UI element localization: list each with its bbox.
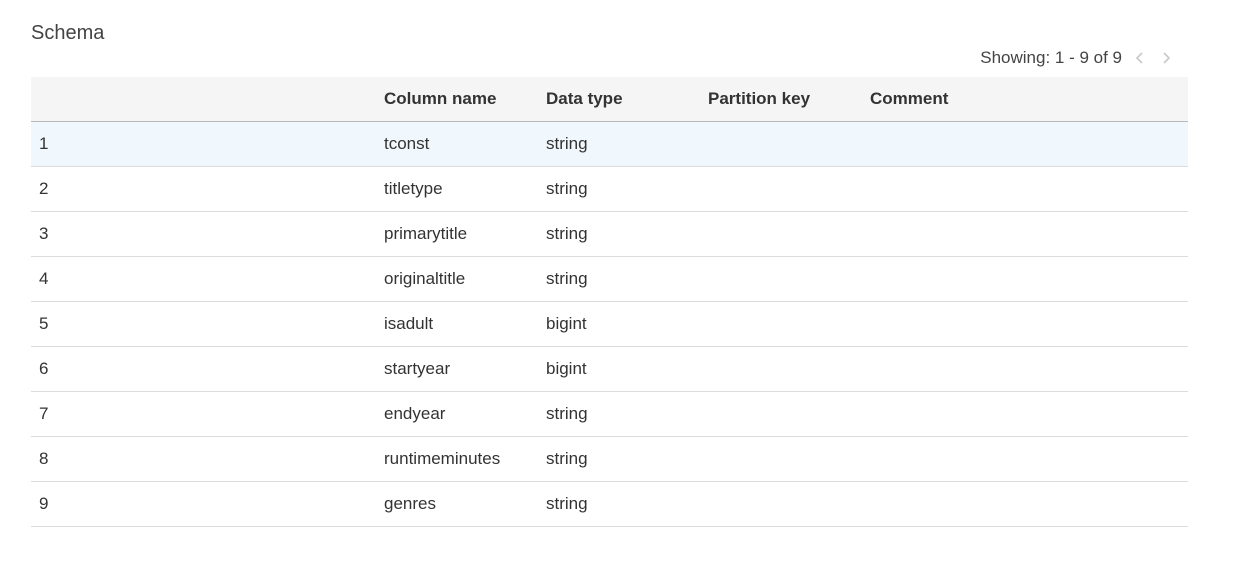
data-type-cell: bigint <box>546 314 587 333</box>
column-name-cell: titletype <box>384 179 443 198</box>
row-index: 2 <box>39 179 49 198</box>
table-header-row: Column name Data type Partition key Comm… <box>31 77 1188 122</box>
table-row[interactable]: 5 isadult bigint <box>31 302 1188 347</box>
data-type-cell: bigint <box>546 359 587 378</box>
header-data-type[interactable]: Data type <box>546 89 708 109</box>
column-name-cell: tconst <box>384 134 430 153</box>
row-index: 3 <box>39 224 49 243</box>
table-row[interactable]: 6 startyear bigint <box>31 347 1188 392</box>
header-partition-key[interactable]: Partition key <box>708 89 870 109</box>
table-row[interactable]: 7 endyear string <box>31 392 1188 437</box>
table-row[interactable]: 8 runtimeminutes string <box>31 437 1188 482</box>
row-index: 5 <box>39 314 49 333</box>
panel-title: Schema <box>31 22 105 44</box>
data-type-cell: string <box>546 494 588 513</box>
data-type-cell: string <box>546 269 588 288</box>
column-name-cell: runtimeminutes <box>384 449 501 468</box>
column-name-cell: genres <box>384 494 436 513</box>
column-name-cell: endyear <box>384 404 446 423</box>
header-column-name[interactable]: Column name <box>384 89 546 109</box>
table-row[interactable]: 9 genres string <box>31 482 1188 527</box>
data-type-cell: string <box>546 134 588 153</box>
table-row[interactable]: 2 titletype string <box>31 167 1188 212</box>
row-index: 4 <box>39 269 49 288</box>
column-name-cell: startyear <box>384 359 451 378</box>
table-row[interactable]: 3 primarytitle string <box>31 212 1188 257</box>
pagination: Showing: 1 - 9 of 9 <box>980 47 1174 69</box>
header-comment[interactable]: Comment <box>870 89 1188 109</box>
table-row[interactable]: 1 tconst string <box>31 122 1188 167</box>
row-index: 6 <box>39 359 49 378</box>
schema-table: Column name Data type Partition key Comm… <box>31 77 1188 527</box>
row-index: 9 <box>39 494 49 513</box>
schema-panel: Schema Showing: 1 - 9 of 9 Column name D… <box>0 0 1242 563</box>
column-name-cell: primarytitle <box>384 224 468 243</box>
pagination-label: Showing: 1 - 9 of 9 <box>980 48 1122 67</box>
data-type-cell: string <box>546 449 588 468</box>
column-name-cell: originaltitle <box>384 269 466 288</box>
data-type-cell: string <box>546 179 588 198</box>
row-index: 8 <box>39 449 49 468</box>
chevron-left-icon <box>1135 52 1143 64</box>
previous-page-button[interactable] <box>1132 47 1148 69</box>
next-page-button[interactable] <box>1158 47 1174 69</box>
row-index: 7 <box>39 404 49 423</box>
table-row[interactable]: 4 originaltitle string <box>31 257 1188 302</box>
chevron-right-icon <box>1163 52 1171 64</box>
row-index: 1 <box>39 134 49 153</box>
column-name-cell: isadult <box>384 314 434 333</box>
data-type-cell: string <box>546 404 588 423</box>
data-type-cell: string <box>546 224 588 243</box>
